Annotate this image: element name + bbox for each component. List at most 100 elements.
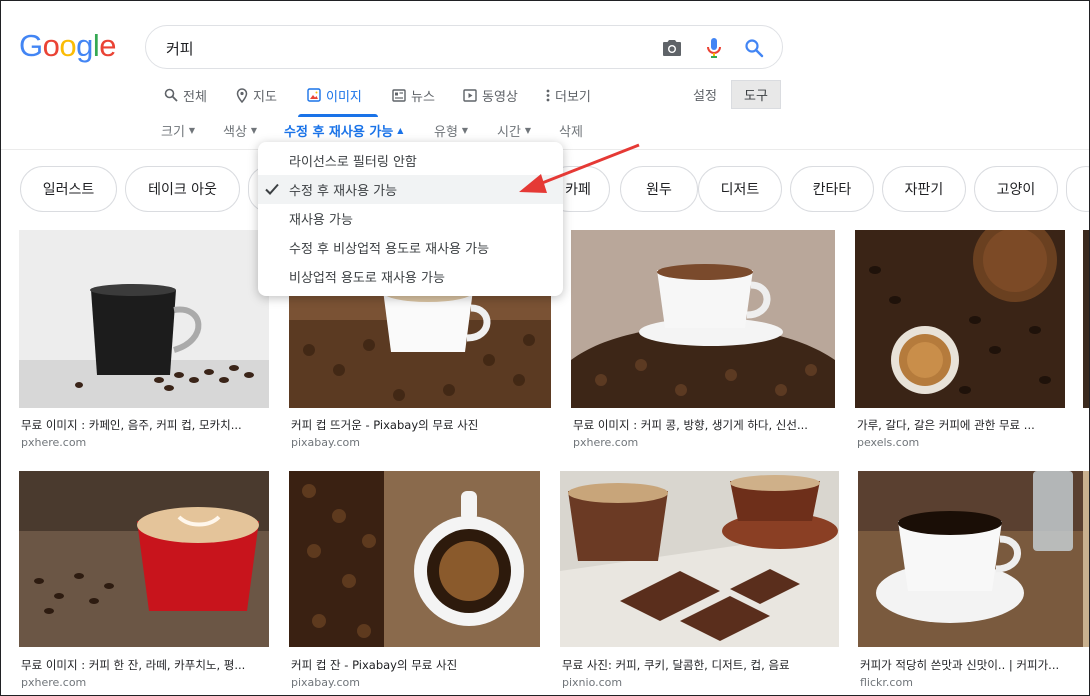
chip-dessert[interactable]: 디저트 (698, 166, 782, 212)
coffee-photo (855, 230, 1065, 408)
result-caption: 무료 사진: 커피, 쿠키, 달콤한, 디저트, 컵, 음료 (562, 658, 790, 672)
chip-beans[interactable]: 원두 (620, 166, 698, 212)
menu-item-label: 수정 후 비상업적 용도로 재사용 가능 (289, 242, 490, 257)
filter-type[interactable]: 유형 ▼ (434, 121, 468, 140)
coffee-photo (289, 471, 540, 647)
tools-button[interactable]: 도구 (731, 80, 781, 109)
image-result[interactable]: 무료 이미지 : 카페인, 음주, 커피 컵, 모카치... pxhere.co… (19, 230, 269, 455)
menu-item-label: 라이선스로 필터링 안함 (289, 155, 417, 170)
tab-label: 동영상 (482, 89, 518, 105)
settings-link[interactable]: 설정 (693, 85, 717, 104)
tab-more[interactable]: 더보기 (546, 85, 591, 105)
tab-videos[interactable]: 동영상 (463, 85, 518, 105)
image-result[interactable]: 무료 사진: 커피, 쿠키, 달콤한, 디저트, 컵, 음료 pixnio.co… (560, 471, 839, 693)
chip-vending-machine[interactable]: 자판기 (882, 166, 966, 212)
result-source: flickr.com (860, 676, 913, 689)
active-tab-indicator (298, 114, 378, 117)
image-icon (307, 88, 321, 102)
tab-news[interactable]: 뉴스 (392, 85, 435, 105)
partial-image[interactable] (1083, 471, 1089, 647)
menu-item-label: 비상업적 용도로 재사용 가능 (289, 271, 445, 286)
image-result[interactable]: 무료 이미지 : 커피 한 잔, 라떼, 카푸치노, 평... pxhere.c… (19, 471, 269, 693)
coffee-photo (858, 471, 1085, 647)
news-icon (392, 88, 406, 102)
coffee-photo (560, 471, 839, 647)
menu-item-label: 재사용 가능 (289, 213, 353, 228)
menu-item-reuse-with-modification[interactable]: 수정 후 재사용 가능 (258, 175, 563, 204)
image-result[interactable]: 커피 컵 잔 - Pixabay의 무료 사진 pixabay.com (289, 471, 540, 693)
filter-label: 유형 (434, 125, 458, 140)
microphone-icon[interactable] (702, 36, 726, 60)
menu-item-label: 수정 후 재사용 가능 (289, 184, 398, 199)
result-source: pexels.com (857, 436, 920, 449)
logo-letter: g (76, 28, 93, 63)
menu-item-noncommercial-modification[interactable]: 수정 후 비상업적 용도로 재사용 가능 (258, 233, 563, 262)
tab-label: 더보기 (555, 89, 591, 105)
tab-maps[interactable]: 지도 (236, 85, 277, 105)
usage-rights-menu: 라이선스로 필터링 안함 수정 후 재사용 가능 재사용 가능 수정 후 비상업… (258, 142, 563, 296)
result-caption: 커피가 적당히 쓴맛과 신맛이.. | 커피가... (860, 658, 1060, 672)
result-caption: 무료 이미지 : 카페인, 음주, 커피 컵, 모카치... (21, 418, 242, 432)
image-result[interactable]: 무료 이미지 : 커피 콩, 방향, 생기게 하다, 신선... pxhere.… (571, 230, 835, 455)
filter-usage-rights[interactable]: 수정 후 재사용 가능 ▲ (284, 121, 403, 140)
search-icon[interactable] (742, 36, 766, 60)
search-box[interactable]: 커피 (145, 25, 783, 69)
tab-all[interactable]: 전체 (164, 85, 207, 105)
chip-more[interactable] (1066, 166, 1089, 212)
result-caption: 무료 이미지 : 커피 콩, 방향, 생기게 하다, 신선... (573, 418, 808, 432)
chip-cantata[interactable]: 칸타타 (790, 166, 874, 212)
logo-letter: e (99, 28, 117, 63)
filter-size[interactable]: 크기 ▼ (161, 121, 195, 140)
result-source: pixabay.com (291, 676, 360, 689)
filter-label: 시간 (497, 125, 521, 140)
chevron-up-icon: ▲ (397, 126, 404, 135)
chip-illustration[interactable]: 일러스트 (20, 166, 117, 212)
result-source: pixabay.com (291, 436, 360, 449)
coffee-photo (571, 230, 835, 408)
logo-letter: G (19, 28, 43, 63)
tab-images[interactable]: 이미지 (307, 85, 362, 105)
coffee-photo (19, 471, 269, 647)
chevron-down-icon: ▼ (188, 126, 196, 135)
logo-letter: o (59, 28, 77, 63)
menu-item-no-filter[interactable]: 라이선스로 필터링 안함 (258, 146, 563, 175)
more-vert-icon (546, 89, 550, 101)
chevron-down-icon: ▼ (524, 126, 532, 135)
result-source: pxhere.com (573, 436, 639, 449)
result-caption: 커피 컵 잔 - Pixabay의 무료 사진 (291, 658, 458, 672)
video-icon (463, 88, 477, 102)
image-result[interactable]: 가루, 갈다, 갈은 커피에 관한 무료 ... pexels.com (855, 230, 1065, 455)
menu-item-reuse[interactable]: 재사용 가능 (258, 204, 563, 233)
camera-icon[interactable] (660, 36, 684, 60)
result-caption: 무료 이미지 : 커피 한 잔, 라떼, 카푸치노, 평... (21, 658, 246, 672)
coffee-photo (19, 230, 269, 408)
chevron-down-icon: ▼ (461, 126, 469, 135)
check-icon (265, 183, 279, 195)
result-source: pxhere.com (21, 676, 87, 689)
map-pin-icon (236, 87, 248, 103)
search-icon (164, 88, 178, 102)
filter-clear[interactable]: 삭제 (559, 121, 583, 140)
google-logo[interactable]: Google (19, 28, 117, 64)
result-caption: 커피 컵 뜨거운 - Pixabay의 무료 사진 (291, 418, 479, 432)
filter-color[interactable]: 색상 ▼ (223, 121, 257, 140)
filter-label: 크기 (161, 125, 185, 140)
menu-item-noncommercial-reuse[interactable]: 비상업적 용도로 재사용 가능 (258, 262, 563, 291)
tab-label: 이미지 (326, 89, 362, 105)
chevron-down-icon: ▼ (250, 126, 258, 135)
page-frame: Google 커피 전체 지도 이미지 뉴스 동영상 더보기 설정 도구 크기 … (0, 0, 1090, 696)
result-source: pixnio.com (562, 676, 623, 689)
chip-cat[interactable]: 고양이 (974, 166, 1058, 212)
tab-label: 전체 (183, 89, 207, 105)
search-input[interactable]: 커피 (166, 38, 194, 59)
partial-image[interactable] (1083, 230, 1089, 408)
logo-letter: o (42, 28, 60, 63)
result-caption: 가루, 갈다, 갈은 커피에 관한 무료 ... (857, 418, 1035, 432)
chip-takeout[interactable]: 테이크 아웃 (125, 166, 240, 212)
tab-label: 지도 (253, 89, 277, 105)
filter-time[interactable]: 시간 ▼ (497, 121, 531, 140)
filter-label: 삭제 (559, 125, 583, 140)
image-result[interactable]: 커피가 적당히 쓴맛과 신맛이.. | 커피가... flickr.com (858, 471, 1085, 693)
result-source: pxhere.com (21, 436, 87, 449)
filter-label: 수정 후 재사용 가능 (284, 125, 394, 140)
